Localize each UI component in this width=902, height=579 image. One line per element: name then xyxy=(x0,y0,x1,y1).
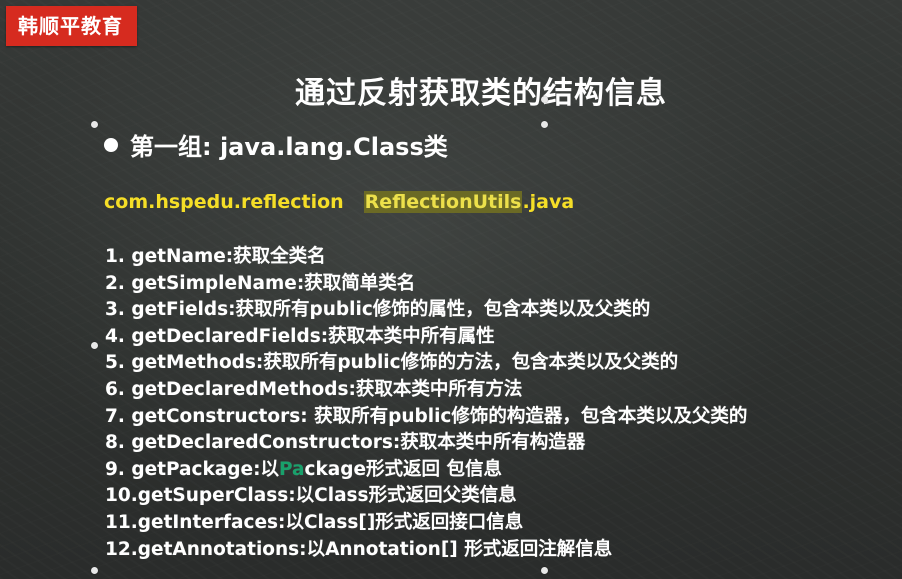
bullet-icon xyxy=(104,138,118,152)
source-file-line: com.hspedu.reflection ReflectionUtils.jav… xyxy=(104,186,574,218)
list-item: 10.getSuperClass:以Class形式返回父类信息 xyxy=(105,483,747,510)
item-text: getMethods:获取所有public修饰的方法，包含本类以及父类的 xyxy=(124,352,679,374)
list-item: 12.getAnnotations:以Annotation[] 形式返回注解信息 xyxy=(105,537,747,564)
item-text: getDeclaredConstructors:获取本类中所有构造器 xyxy=(124,432,586,454)
title-handle[interactable] xyxy=(541,96,548,103)
class-name-highlighted[interactable]: ReflectionUtils xyxy=(363,191,523,213)
item-number: 7. xyxy=(105,405,125,427)
section-heading: 第一组: java.lang.Class类 xyxy=(104,128,448,166)
item-text: getName:获取全类名 xyxy=(124,246,326,267)
item-text: getPackage:以 xyxy=(124,458,279,480)
list-item: 1. getName:获取全类名 xyxy=(105,244,747,271)
item-text: getFields:获取所有public修饰的属性，包含本类以及父类的 xyxy=(124,299,651,321)
list-item: 11.getInterfaces:以Class[]形式返回接口信息 xyxy=(105,510,747,537)
item-text: ckage形式返回 包信息 xyxy=(304,458,503,480)
item-number: 6. xyxy=(105,378,125,400)
list-item: 8. getDeclaredConstructors:获取本类中所有构造器 xyxy=(105,430,747,457)
list-item: 3. getFields:获取所有public修饰的属性，包含本类以及父类的 xyxy=(105,297,747,324)
text-cursor-highlight: Pa xyxy=(278,458,305,480)
selection-handle-bottom-center[interactable] xyxy=(541,567,548,574)
slide-title[interactable]: 通过反射获取类的结构信息 xyxy=(0,72,902,116)
list-item: 5. getMethods:获取所有public修饰的方法，包含本类以及父类的 xyxy=(105,350,747,377)
list-item: 9. getPackage:以Package形式返回 包信息 xyxy=(105,457,747,484)
item-number: 3. xyxy=(105,299,125,321)
package-name: com.hspedu.reflection xyxy=(104,191,344,213)
method-list: 1. getName:获取全类名 2. getSimpleName:获取简单类名… xyxy=(105,244,747,563)
item-number: 12. xyxy=(105,538,138,560)
item-text: getInterfaces:以Class[]形式返回接口信息 xyxy=(137,511,524,533)
brand-logo: 韩顺平教育 xyxy=(6,6,137,46)
selection-handle-top-left[interactable] xyxy=(91,121,98,128)
list-item: 2. getSimpleName:获取简单类名 xyxy=(105,271,747,298)
file-extension: .java xyxy=(522,191,575,213)
list-item: 4. getDeclaredFields:获取本类中所有属性 xyxy=(105,324,747,351)
selection-handle-left-middle[interactable] xyxy=(91,342,98,349)
item-number: 9. xyxy=(105,458,125,480)
selection-handle-top-center[interactable] xyxy=(541,121,548,128)
section-heading-text: 第一组: java.lang.Class类 xyxy=(130,133,448,161)
list-item: 6. getDeclaredMethods:获取本类中所有方法 xyxy=(105,377,747,404)
item-text: getAnnotations:以Annotation[] 形式返回注解信息 xyxy=(137,538,613,560)
item-number: 10. xyxy=(105,485,138,507)
item-number: 1. xyxy=(105,246,125,267)
item-text: getSimpleName:获取简单类名 xyxy=(124,272,416,294)
item-number: 8. xyxy=(105,432,125,454)
item-number: 2. xyxy=(105,272,125,294)
item-number: 5. xyxy=(105,352,125,374)
item-text: getDeclaredFields:获取本类中所有属性 xyxy=(124,325,495,347)
selection-handle-bottom-left[interactable] xyxy=(91,567,98,574)
list-item: 7. getConstructors: 获取所有public修饰的构造器，包含本… xyxy=(105,404,747,431)
item-text: getSuperClass:以Class形式返回父类信息 xyxy=(137,485,517,507)
item-number: 11. xyxy=(105,511,138,533)
item-text: getConstructors: 获取所有public修饰的构造器，包含本类以及… xyxy=(124,405,748,427)
item-number: 4. xyxy=(105,325,125,347)
item-text: getDeclaredMethods:获取本类中所有方法 xyxy=(124,378,523,400)
